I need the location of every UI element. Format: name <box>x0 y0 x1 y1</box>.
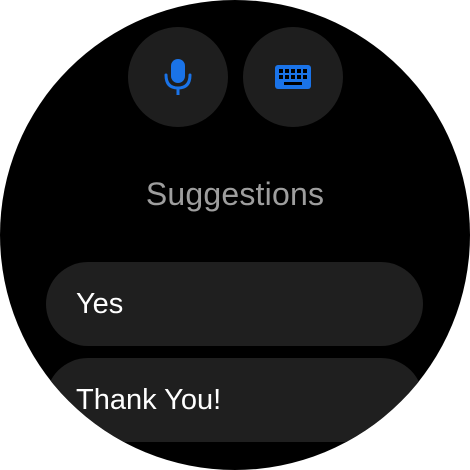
watch-screen: Suggestions Yes Thank You! <box>0 0 470 470</box>
suggestion-chip-yes[interactable]: Yes <box>46 262 423 346</box>
suggestion-label: Thank You! <box>76 383 222 416</box>
suggestion-chip-thank-you[interactable]: Thank You! <box>46 358 423 442</box>
suggestion-label: Yes <box>76 287 124 320</box>
voice-input-button[interactable] <box>128 27 228 127</box>
mic-icon <box>164 59 192 95</box>
keyboard-input-button[interactable] <box>243 27 343 127</box>
suggestions-title: Suggestions <box>145 176 325 212</box>
keyboard-icon <box>275 65 311 89</box>
